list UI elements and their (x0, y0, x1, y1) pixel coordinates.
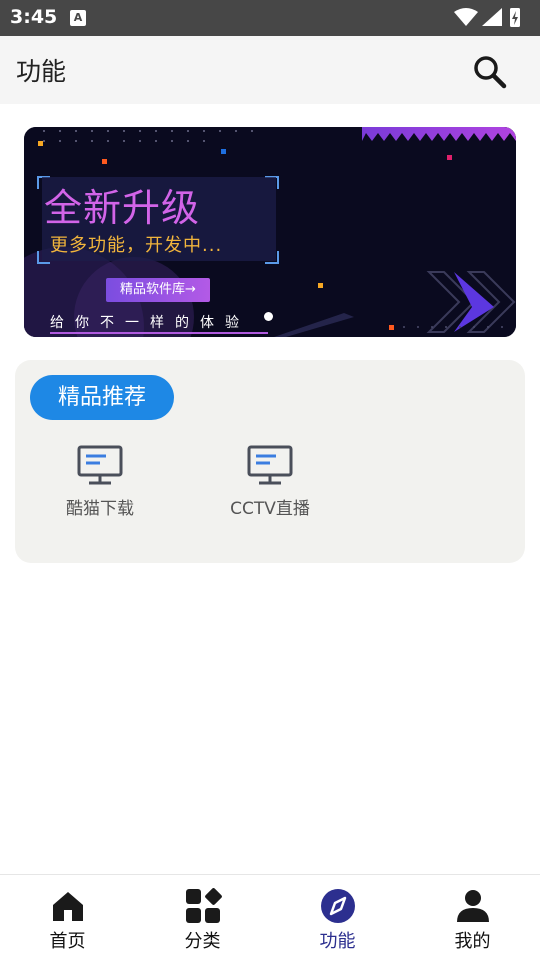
promo-banner[interactable]: 全新升级 更多功能，开发中... 精品软件库→ 给你不一样的体验 (24, 127, 516, 337)
search-icon[interactable] (470, 52, 510, 92)
nav-label-home: 首页 (49, 931, 86, 952)
app-item-label: CCTV直播 (230, 499, 310, 519)
status-time: 3:45 (10, 6, 58, 28)
recommend-card: 精品推荐 酷猫下载 CCTV直播 (15, 360, 525, 563)
app-item-cctv[interactable]: CCTV直播 (200, 444, 340, 524)
status-icons (454, 8, 520, 27)
nav-item-features[interactable]: 功能 (270, 875, 405, 961)
status-bar: 3:45 A (0, 0, 540, 36)
app-bar: 功能 (0, 36, 540, 104)
monitor-icon (247, 445, 293, 485)
recommend-badge: 精品推荐 (30, 375, 174, 420)
app-item-kumao[interactable]: 酷猫下载 (30, 444, 170, 524)
nav-item-category[interactable]: 分类 (135, 875, 270, 961)
bottom-nav: 首页 分类 功能 我的 (0, 874, 540, 961)
person-icon (457, 890, 489, 922)
page-title: 功能 (16, 57, 67, 86)
nav-item-home[interactable]: 首页 (0, 875, 135, 961)
carousel-indicator[interactable] (264, 312, 273, 321)
banner-button[interactable]: 精品软件库→ (106, 278, 210, 302)
wifi-icon (454, 8, 478, 26)
notification-icon: A (70, 10, 86, 26)
compass-icon (321, 889, 355, 923)
nav-label-features: 功能 (319, 931, 356, 952)
signal-icon (482, 8, 502, 26)
app-item-label: 酷猫下载 (66, 499, 134, 519)
monitor-icon (77, 445, 123, 485)
banner-subtitle: 更多功能，开发中... (50, 235, 223, 256)
home-icon (53, 892, 83, 921)
nav-label-category: 分类 (184, 931, 221, 952)
nav-label-profile: 我的 (454, 931, 491, 952)
nav-item-profile[interactable]: 我的 (405, 875, 540, 961)
banner-slogan: 给你不一样的体验 (50, 315, 250, 331)
banner-headline: 全新升级 (44, 186, 201, 230)
category-icon (186, 888, 222, 923)
